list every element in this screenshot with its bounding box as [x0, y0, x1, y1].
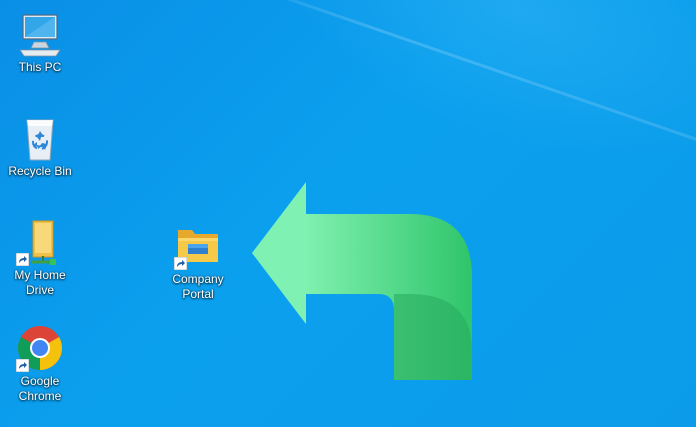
desktop-icon-label-line-2: Chrome: [18, 389, 62, 403]
desktop-icon-this-pc[interactable]: This PC: [0, 10, 81, 75]
chrome-icon: [16, 324, 64, 372]
folder-icon: [174, 222, 222, 270]
shortcut-arrow-icon: [174, 257, 187, 270]
curved-arrow-left-icon: [252, 182, 472, 380]
desktop[interactable]: This PC Recycle Bin My Home Drive Google…: [0, 0, 696, 427]
desktop-icon-recycle-bin[interactable]: Recycle Bin: [0, 114, 81, 179]
desktop-icon-google-chrome[interactable]: Google Chrome: [0, 324, 81, 404]
desktop-icon-label: This PC: [18, 60, 62, 74]
desktop-icon-label-line-1: Company: [172, 272, 224, 286]
desktop-icon-label-line-2: Drive: [25, 283, 54, 297]
desktop-icon-label: Recycle Bin: [8, 164, 72, 178]
shortcut-arrow-icon: [16, 253, 29, 266]
desktop-icon-company-portal[interactable]: Company Portal: [157, 222, 239, 302]
desktop-icon-my-home-drive[interactable]: My Home Drive: [0, 218, 81, 298]
desktop-icon-label-line-2: Portal: [182, 287, 214, 301]
shortcut-arrow-icon: [16, 359, 29, 372]
desktop-icon-label-line-1: Google: [20, 374, 60, 388]
recycle-bin-icon: [16, 114, 64, 162]
desktop-icon-label-line-1: My Home: [14, 268, 66, 282]
computer-monitor-icon: [16, 10, 64, 58]
network-drive-icon: [16, 218, 64, 266]
